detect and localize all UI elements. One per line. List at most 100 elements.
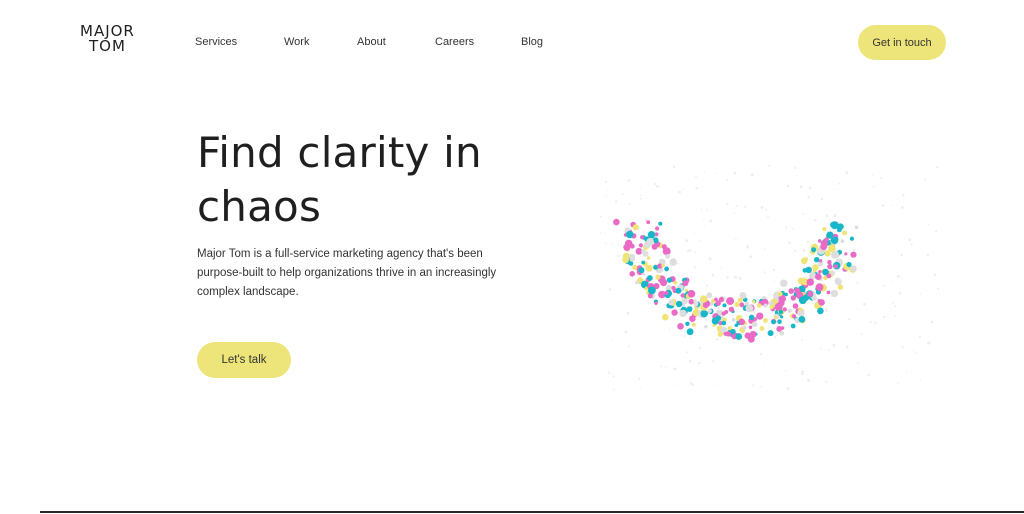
- haze-dot: [699, 346, 702, 349]
- haze-dot: [838, 182, 840, 185]
- particle-illustration: [599, 164, 939, 391]
- particle-dot: [817, 307, 824, 315]
- particle-dot: [780, 279, 788, 288]
- particle-dot: [842, 230, 847, 236]
- particle-dot: [790, 295, 796, 301]
- particle-dot: [850, 251, 857, 258]
- haze-dot: [753, 310, 756, 314]
- haze-dot: [703, 219, 705, 221]
- haze-dot: [636, 261, 638, 264]
- particle-dot: [812, 264, 819, 271]
- haze-dot: [880, 176, 883, 179]
- haze-dot: [645, 300, 647, 303]
- nav-item-services[interactable]: Services: [195, 36, 237, 48]
- particle-dot: [661, 263, 665, 268]
- particle-dot: [830, 221, 839, 230]
- particle-dot: [626, 230, 634, 239]
- haze-dot: [599, 232, 602, 234]
- haze-dot: [639, 197, 642, 200]
- haze-dot: [787, 184, 790, 188]
- particle-dot: [717, 331, 723, 337]
- particle-dot: [671, 285, 676, 290]
- haze-dot: [738, 276, 742, 280]
- particle-dot: [817, 239, 822, 243]
- nav-item-blog[interactable]: Blog: [521, 36, 543, 48]
- nav-item-about[interactable]: About: [357, 36, 386, 48]
- haze-dot: [894, 315, 897, 317]
- haze-dot: [825, 214, 828, 217]
- haze-dot: [898, 291, 902, 295]
- logo[interactable]: MAJOR TOM: [80, 24, 144, 60]
- particle-dot: [798, 296, 807, 305]
- particle-dot: [666, 277, 673, 283]
- haze-dot: [795, 175, 798, 177]
- particle-dot: [671, 309, 678, 316]
- particle-dot: [726, 297, 735, 306]
- haze-dot: [802, 213, 805, 215]
- haze-dot: [774, 336, 777, 339]
- particle-dot: [830, 289, 839, 297]
- particle-dot: [629, 253, 635, 260]
- nav-item-work[interactable]: Work: [284, 36, 309, 48]
- haze-dot: [859, 245, 861, 248]
- particle-dot: [807, 291, 813, 297]
- particle-dot: [745, 304, 754, 313]
- particle-dot: [664, 266, 669, 272]
- particle-dot: [835, 278, 842, 286]
- haze-dot: [617, 254, 620, 257]
- particle-dot: [638, 243, 643, 248]
- haze-dot: [827, 349, 830, 351]
- particle-dot: [846, 261, 852, 268]
- haze-dot: [639, 186, 641, 188]
- haze-dot: [611, 243, 614, 246]
- haze-dot: [857, 362, 860, 364]
- haze-dot: [869, 320, 873, 324]
- particle-dot: [759, 326, 765, 331]
- haze-dot: [673, 383, 675, 385]
- haze-dot: [610, 339, 612, 341]
- particle-dot: [768, 301, 774, 306]
- particle-dot: [686, 306, 693, 312]
- particle-dot: [654, 301, 658, 305]
- haze-dot: [684, 330, 686, 333]
- lets-talk-button[interactable]: Let's talk: [197, 342, 291, 378]
- haze-dot: [759, 385, 762, 388]
- haze-dot: [784, 370, 787, 372]
- particle-dot: [832, 236, 839, 243]
- haze-dot: [801, 370, 804, 373]
- particle-dot: [778, 309, 784, 315]
- particle-dot: [629, 271, 635, 277]
- haze-dot: [808, 187, 812, 190]
- haze-dot: [933, 273, 937, 276]
- haze-dot: [654, 182, 657, 186]
- particle-dot: [749, 330, 757, 338]
- haze-dot: [717, 306, 720, 310]
- haze-dot: [802, 249, 806, 252]
- haze-dot: [890, 281, 892, 283]
- particle-dot: [679, 309, 687, 318]
- particle-dot: [664, 290, 669, 295]
- haze-dot: [624, 330, 628, 334]
- haze-dot: [764, 247, 766, 250]
- particle-dot: [850, 265, 857, 272]
- particle-dot: [806, 278, 814, 286]
- haze-dot: [638, 262, 640, 264]
- haze-dot: [820, 348, 822, 350]
- particle-dot: [844, 252, 848, 256]
- haze-dot: [673, 367, 677, 371]
- particle-dot: [769, 305, 774, 310]
- haze-dot: [618, 244, 620, 246]
- nav-item-careers[interactable]: Careers: [435, 36, 474, 48]
- haze-dot: [726, 203, 729, 206]
- haze-dot: [894, 305, 897, 308]
- particle-dot: [625, 239, 633, 248]
- particle-dot: [662, 313, 669, 321]
- haze-dot: [714, 172, 716, 174]
- get-in-touch-button[interactable]: Get in touch: [858, 25, 946, 60]
- particle-dot: [645, 264, 653, 272]
- haze-dot: [705, 319, 707, 322]
- particle-dot: [792, 303, 799, 309]
- haze-dot: [906, 371, 908, 373]
- particle-dot: [711, 317, 720, 325]
- haze-dot: [801, 372, 804, 375]
